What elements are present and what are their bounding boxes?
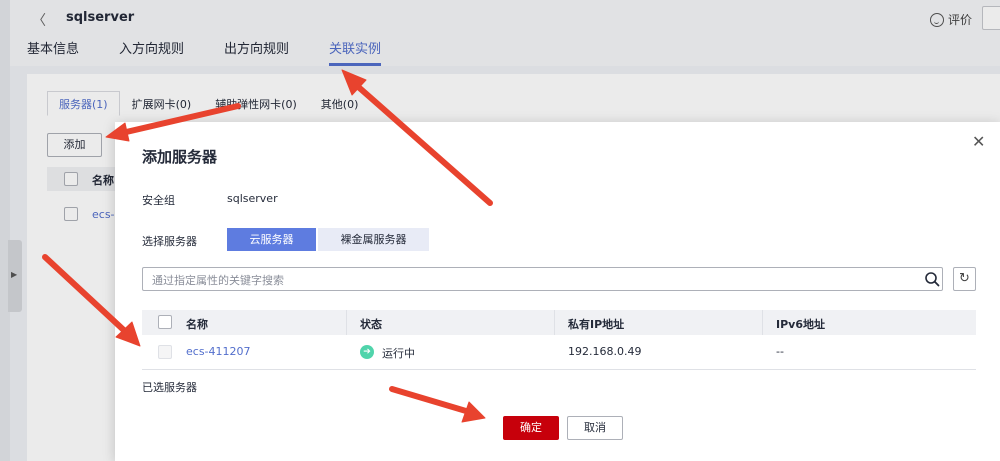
search-icon[interactable] bbox=[924, 271, 940, 287]
server-type-bms[interactable]: 裸金属服务器 bbox=[318, 228, 429, 251]
search-placeholder: 通过指定属性的关键字搜索 bbox=[152, 274, 284, 287]
server-name-link[interactable]: ecs-411207 bbox=[186, 345, 251, 358]
server-status: 运行中 bbox=[382, 347, 415, 360]
table-row-divider bbox=[142, 369, 976, 370]
select-all-checkbox[interactable] bbox=[158, 315, 172, 329]
security-group-value: sqlserver bbox=[227, 192, 278, 205]
column-header-private-ip: 私有IP地址 bbox=[568, 318, 625, 331]
server-table-header bbox=[142, 310, 976, 335]
dialog-title: 添加服务器 bbox=[142, 148, 218, 166]
server-ipv6: -- bbox=[776, 345, 784, 358]
add-server-dialog bbox=[115, 122, 1000, 461]
column-header-name: 名称 bbox=[186, 318, 208, 331]
column-divider bbox=[346, 310, 347, 335]
security-group-label: 安全组 bbox=[142, 194, 175, 207]
column-header-ipv6: IPv6地址 bbox=[776, 318, 825, 331]
close-icon[interactable]: ✕ bbox=[972, 134, 985, 150]
refresh-icon: ↻ bbox=[959, 271, 970, 286]
row-checkbox[interactable] bbox=[158, 345, 172, 359]
confirm-button[interactable]: 确定 bbox=[503, 416, 559, 440]
select-server-label: 选择服务器 bbox=[142, 235, 197, 248]
server-private-ip: 192.168.0.49 bbox=[568, 345, 642, 358]
refresh-button[interactable]: ↻ bbox=[953, 267, 976, 291]
selected-servers-label: 已选服务器 bbox=[142, 381, 197, 394]
running-status-icon: ➔ bbox=[360, 345, 374, 359]
column-divider bbox=[762, 310, 763, 335]
column-divider bbox=[554, 310, 555, 335]
column-header-status: 状态 bbox=[360, 318, 382, 331]
cancel-button[interactable]: 取消 bbox=[567, 416, 623, 440]
server-type-ecs[interactable]: 云服务器 bbox=[227, 228, 316, 251]
